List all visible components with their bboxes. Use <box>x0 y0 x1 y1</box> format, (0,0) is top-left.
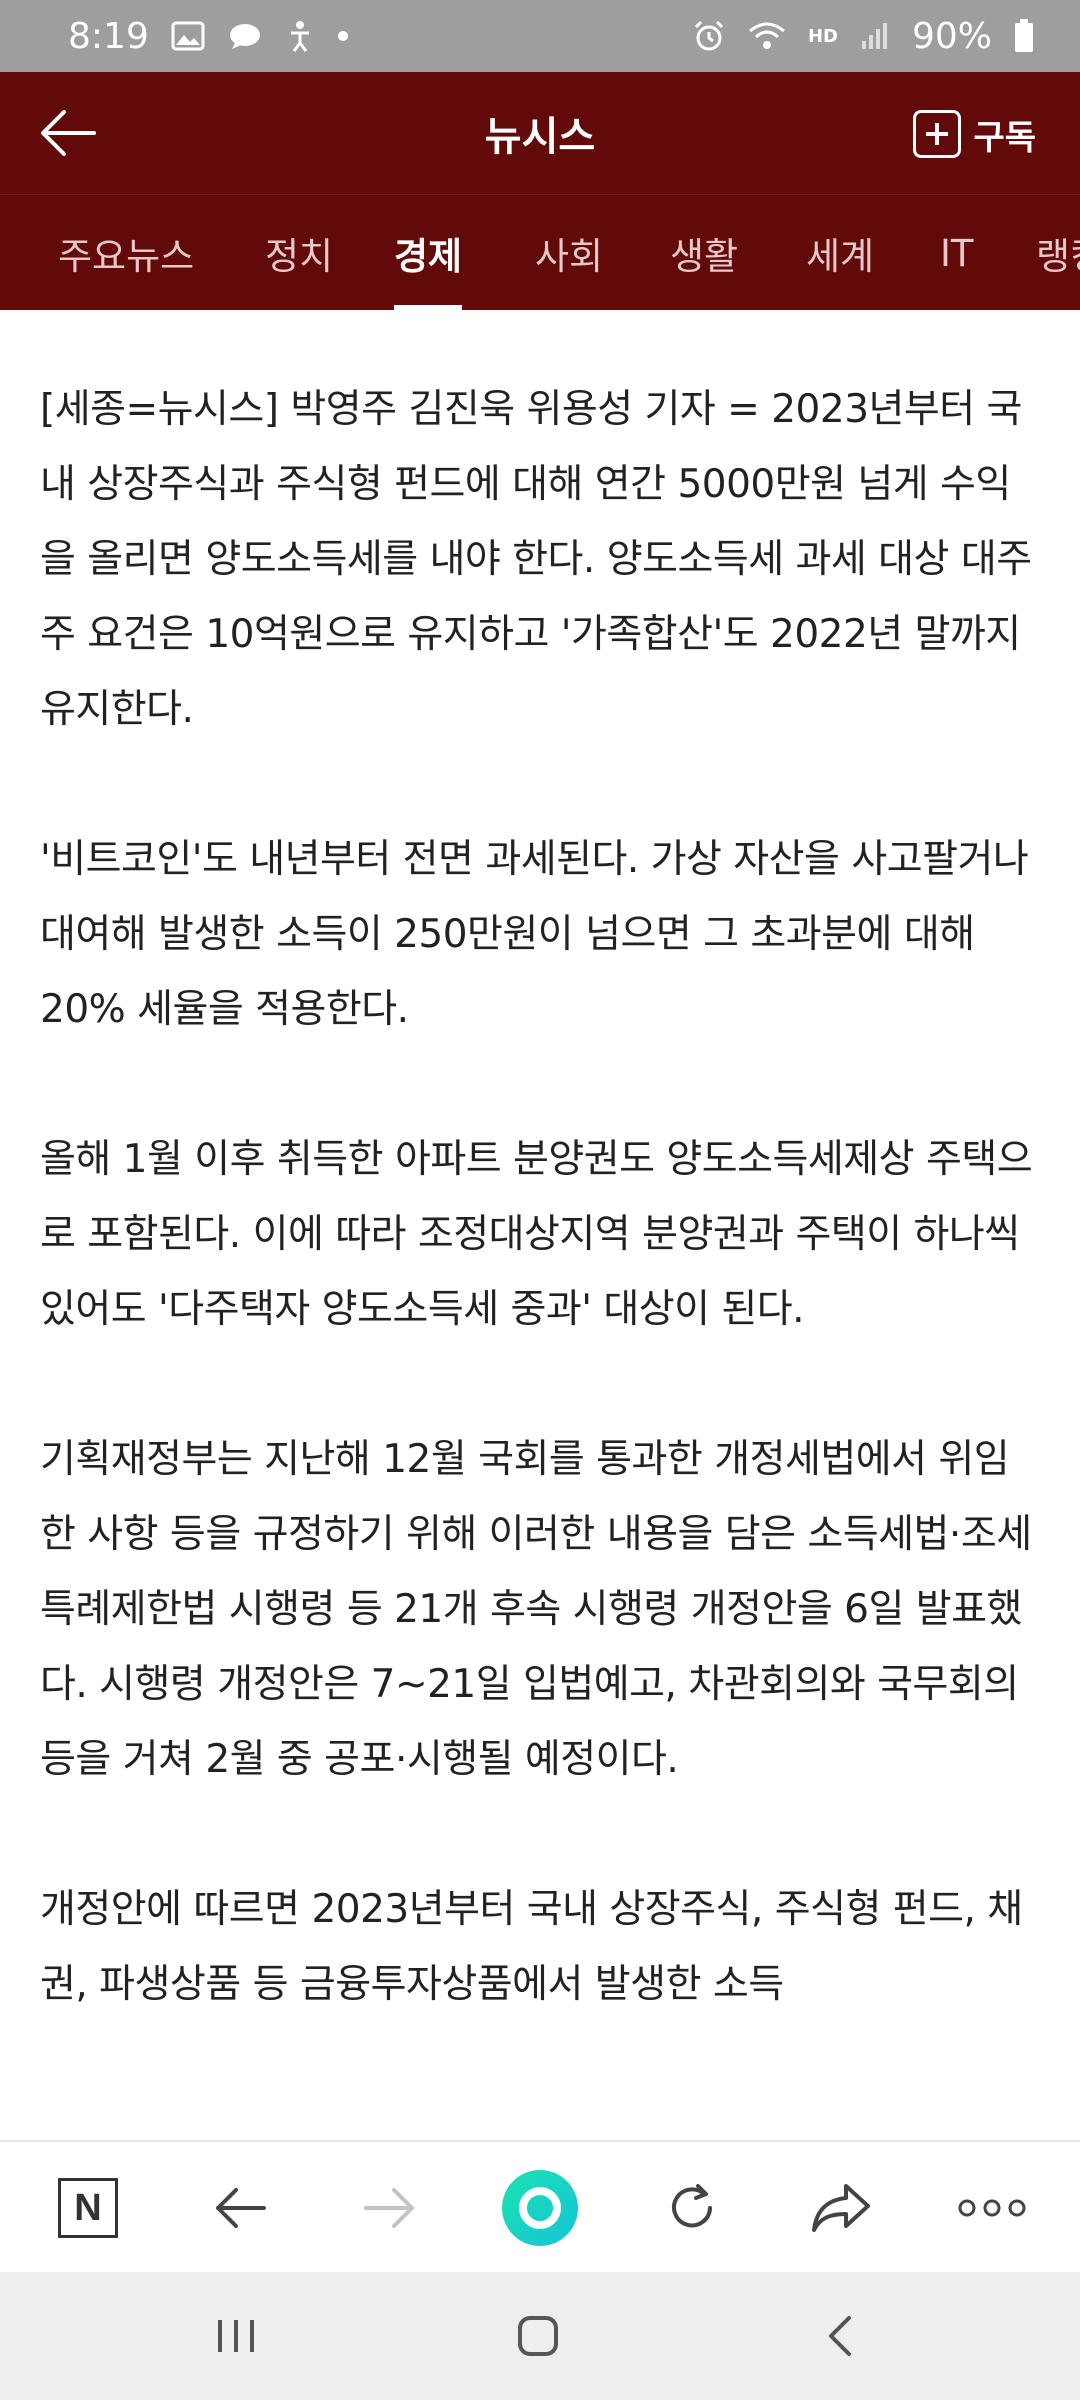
status-left: 8:19 <box>68 16 349 57</box>
article-paragraph: 개정안에 따르면 2023년부터 국내 상장주식, 주식형 펀드, 채권, 파생… <box>40 1887 1023 2007</box>
signal-icon <box>860 21 890 51</box>
tab-economy[interactable]: 경제 <box>394 195 463 310</box>
home-button[interactable] <box>498 2306 578 2366</box>
browser-forward-button[interactable] <box>350 2168 430 2248</box>
browser-back-button[interactable] <box>200 2168 280 2248</box>
arrow-left-icon <box>41 110 96 156</box>
tab-it[interactable]: IT <box>940 195 974 310</box>
tab-world[interactable]: 세계 <box>806 195 874 310</box>
article-paragraph: [세종=뉴시스] 박영주 김진욱 위용성 기자 = 2023년부터 국내 상장주… <box>40 387 1032 732</box>
article-paragraph: 올해 1월 이후 취득한 아파트 분양권도 양도소득세제상 주택으로 포함된다.… <box>40 1137 1033 1332</box>
wifi-icon <box>748 21 786 51</box>
arrow-left-icon <box>216 2188 266 2228</box>
status-bar: 8:19 HD 90% <box>0 0 1080 72</box>
recent-apps-button[interactable] <box>196 2306 276 2366</box>
article-paragraph: 기획재정부는 지난해 12월 국회를 통과한 개정세법에서 위임한 사항 등을 … <box>40 1437 1032 1782</box>
tab-main-news[interactable]: 주요뉴스 <box>58 195 194 310</box>
naver-n-icon: N <box>58 2178 118 2238</box>
gallery-icon <box>171 21 205 51</box>
tab-society[interactable]: 사회 <box>535 195 603 310</box>
refresh-icon <box>672 2184 712 2228</box>
status-time: 8:19 <box>68 15 149 57</box>
subscribe-button[interactable]: 구독 <box>913 108 1036 160</box>
chevron-left-icon <box>829 2316 851 2356</box>
arrow-right-icon <box>364 2188 414 2228</box>
share-button[interactable] <box>802 2168 882 2248</box>
notification-dot-icon <box>337 30 349 42</box>
plus-icon <box>913 110 962 158</box>
recent-apps-icon <box>218 2320 254 2352</box>
more-icon <box>958 2199 1026 2217</box>
back-button[interactable] <box>38 106 98 160</box>
battery-percent: 90% <box>911 15 992 57</box>
green-dot-button[interactable] <box>500 2168 580 2248</box>
network-hd-label: HD <box>807 25 838 47</box>
refresh-button[interactable] <box>652 2168 732 2248</box>
green-dot-icon <box>502 2170 578 2246</box>
share-icon <box>812 2184 870 2232</box>
home-square-icon <box>518 2316 558 2356</box>
status-right: HD 90% <box>692 16 1034 57</box>
category-tab-bar: 주요뉴스 정치 경제 사회 생활 세계 IT 랭킹 <box>0 194 1080 310</box>
home-label: N <box>74 2186 102 2229</box>
tab-life[interactable]: 생활 <box>670 195 738 310</box>
alarm-icon <box>692 19 726 53</box>
battery-icon <box>1014 19 1034 53</box>
browser-toolbar: N <box>0 2140 1080 2272</box>
system-back-button[interactable] <box>800 2306 880 2366</box>
article-paragraph: '비트코인'도 내년부터 전면 과세된다. 가상 자산을 사고팔거나 대여해 발… <box>40 837 1029 1032</box>
tab-politics[interactable]: 정치 <box>265 195 333 310</box>
tab-ranking[interactable]: 랭킹 <box>1036 195 1080 310</box>
subscribe-label: 구독 <box>973 117 1036 158</box>
app-header: 뉴시스 구독 <box>0 72 1080 194</box>
system-nav-bar <box>0 2272 1080 2400</box>
more-options-button[interactable] <box>952 2168 1032 2248</box>
accessibility-icon <box>285 19 315 53</box>
naver-home-button[interactable]: N <box>48 2168 128 2248</box>
article-body: [세종=뉴시스] 박영주 김진욱 위용성 기자 = 2023년부터 국내 상장주… <box>0 310 1080 2140</box>
chat-icon <box>227 21 263 51</box>
